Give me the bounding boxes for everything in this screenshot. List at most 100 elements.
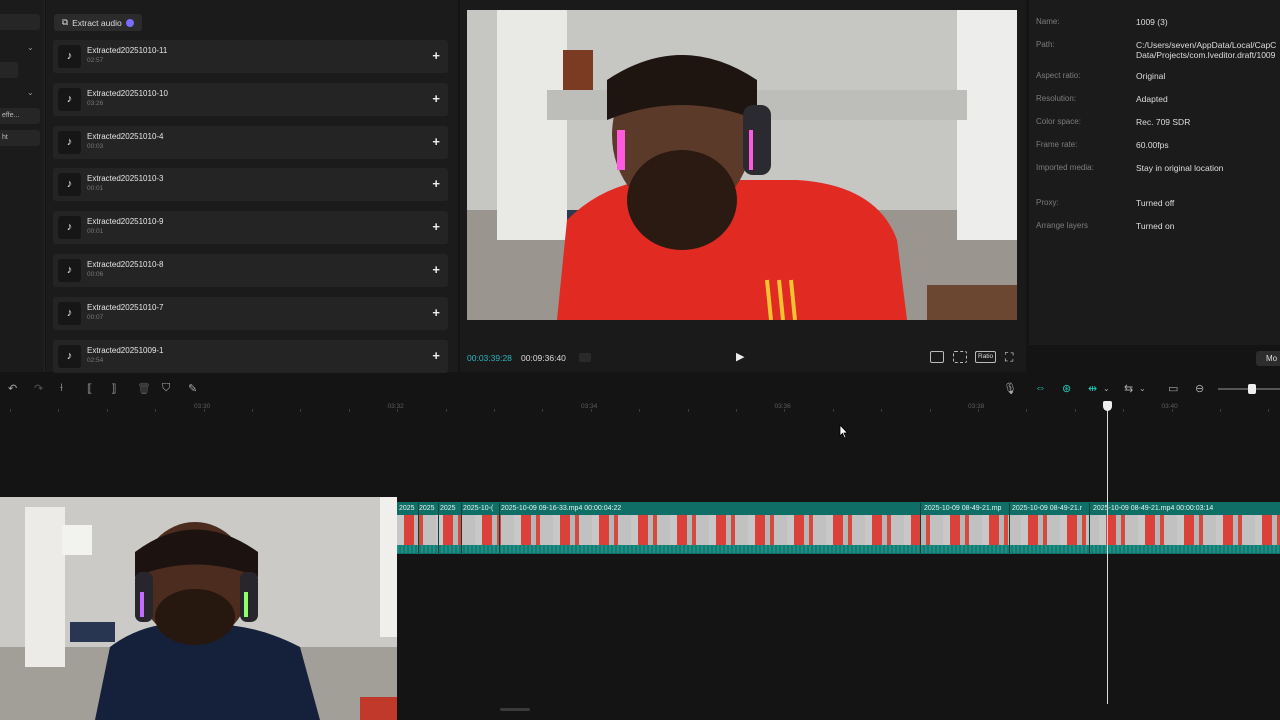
add-to-timeline-icon[interactable]: + <box>432 91 440 106</box>
zoom-slider-handle[interactable] <box>1248 384 1256 394</box>
magnet-icon[interactable]: ⊛ <box>1062 382 1071 395</box>
clip-boundary[interactable] <box>1089 503 1090 553</box>
microphone-icon[interactable]: 🎙 <box>1003 382 1017 395</box>
ruler-tick <box>348 409 350 412</box>
zoom-out-icon[interactable]: ⊖ <box>1195 382 1204 395</box>
audio-waveform <box>397 545 1280 553</box>
ruler-tick <box>639 409 641 412</box>
split-left-icon[interactable]: ⟦ <box>87 382 92 395</box>
media-item-duration: 00:01 <box>87 228 104 236</box>
detail-value: Rec. 709 SDR <box>1136 117 1191 127</box>
clip-boundary[interactable] <box>920 503 921 553</box>
media-item-name: Extracted20251010-7 <box>87 302 164 312</box>
webcam-frame <box>0 497 397 720</box>
add-to-timeline-icon[interactable]: + <box>432 49 440 63</box>
edit-icon[interactable]: ✎ <box>188 382 197 395</box>
media-item[interactable]: ♪ Extracted20251010-11 02:57 + <box>53 40 448 73</box>
delete-icon[interactable]: 🗑 <box>137 382 151 395</box>
modify-button[interactable]: Mo <box>1256 351 1280 366</box>
clip-boundary[interactable] <box>461 503 462 553</box>
media-item[interactable]: ♪ Extracted20251010-7 00:07 + <box>53 296 448 330</box>
media-item[interactable]: ♪ Extracted20251010-9 00:01 + <box>53 211 448 245</box>
add-to-timeline-icon[interactable]: + <box>432 263 440 277</box>
playhead[interactable] <box>1107 410 1108 704</box>
left-panel-item[interactable] <box>0 62 18 78</box>
detail-value: Data/Projects/com.lveditor.draft/1009 <box>1136 50 1276 60</box>
video-frame <box>467 10 1017 320</box>
clip-boundary[interactable] <box>438 503 439 553</box>
add-to-timeline-icon[interactable]: + <box>432 305 440 320</box>
clip-label: 2025 <box>440 505 456 512</box>
ruler-tick <box>784 409 786 412</box>
left-panel-item[interactable]: ht <box>0 130 40 146</box>
left-panel-item[interactable] <box>0 14 40 30</box>
fullscreen-icon[interactable]: ⛶ <box>1005 350 1013 365</box>
redo-icon[interactable]: ↷ <box>34 382 43 395</box>
extract-audio-label: Extract audio <box>72 17 122 28</box>
left-panel-item[interactable]: effe... <box>0 108 40 124</box>
timeline-ruler[interactable] <box>0 401 1280 415</box>
ruler-tick-label: 03:36 <box>774 403 791 410</box>
timecode-toggle-icon[interactable] <box>579 353 591 362</box>
crop-icon[interactable] <box>953 351 967 363</box>
media-item-duration: 00:03 <box>87 142 104 150</box>
ruler-tick <box>397 409 399 412</box>
ratio-button[interactable]: Ratio <box>975 351 997 363</box>
screen-icon[interactable]: ▭ <box>1168 382 1178 395</box>
detail-label: Aspect ratio: <box>1036 71 1081 80</box>
detail-value: C:/Users/seven/AppData/Local/CapC <box>1136 40 1277 50</box>
media-item-name: Extracted20251010-11 <box>87 46 168 55</box>
left-panel: ⌄ ⌄ effe... ht <box>0 0 45 372</box>
media-item-name: Extracted20251010-9 <box>87 217 164 227</box>
ruler-tick <box>155 409 157 412</box>
clip-label: 2025 <box>399 505 415 512</box>
detail-value: Turned on <box>1136 221 1175 231</box>
ruler-tick <box>1026 409 1028 412</box>
split-right-icon[interactable]: ⟧ <box>111 382 116 395</box>
ruler-tick <box>1171 409 1173 412</box>
detail-value: Stay in original location <box>1136 163 1224 173</box>
ruler-tick <box>590 409 592 412</box>
pro-badge-icon <box>125 18 134 27</box>
media-item-duration: 02:57 <box>87 57 104 64</box>
tiktok-icon: ♪ <box>58 301 81 325</box>
chevron-down-icon[interactable]: ⌄ <box>1103 384 1110 393</box>
left-panel-item-label: effe... <box>2 112 20 119</box>
clip-boundary[interactable] <box>499 503 500 553</box>
ruler-tick <box>736 409 737 412</box>
clip-boundary[interactable] <box>418 503 419 553</box>
undo-icon[interactable]: ↶ <box>8 382 17 395</box>
chevron-down-icon[interactable]: ⌄ <box>27 43 34 52</box>
horizontal-scrollbar[interactable] <box>500 708 530 711</box>
clip-label: 2025-10-09 09-16-33.mp4 00:00:04:22 <box>501 505 622 512</box>
add-to-timeline-icon[interactable]: + <box>432 177 440 191</box>
media-item[interactable]: ♪ Extracted20251010-10 03:26 + <box>53 82 448 116</box>
marker-icon[interactable]: ⛉ <box>162 382 170 395</box>
chevron-down-icon[interactable]: ⌄ <box>27 88 34 97</box>
media-item[interactable]: ♪ Extracted20251010-8 00:06 + <box>53 254 448 287</box>
media-item[interactable]: ♪ Extracted20251010-3 00:01 + <box>53 168 448 202</box>
preview-axis-icon[interactable]: ⇆ <box>1124 382 1133 395</box>
tiktok-icon: ♪ <box>58 130 81 154</box>
detail-value: 1009 (3) <box>1136 17 1168 27</box>
caption-icon[interactable] <box>930 351 944 363</box>
snap-icon[interactable]: ⇹ <box>1088 382 1097 395</box>
media-item[interactable]: ♪ Extracted20251009-1 02:54 + <box>53 339 448 373</box>
media-item[interactable]: ♪ Extracted20251010-4 00:03 + <box>53 125 448 159</box>
tiktok-icon: ♪ <box>58 173 81 197</box>
split-icon[interactable]: ⟊ <box>60 382 63 395</box>
add-to-timeline-icon[interactable]: + <box>432 134 440 149</box>
clip-label: 2025-10-09 08-49-21.r <box>1012 505 1083 512</box>
add-to-timeline-icon[interactable]: + <box>432 220 440 234</box>
detail-label: Name: <box>1036 17 1060 26</box>
clip-boundary[interactable] <box>1009 503 1010 553</box>
extract-audio-button[interactable]: ⧉ Extract audio <box>54 14 142 31</box>
add-to-timeline-icon[interactable]: + <box>432 348 440 363</box>
link-icon[interactable]: ⇔ <box>1035 382 1046 394</box>
chevron-down-icon[interactable]: ⌄ <box>1139 384 1146 393</box>
play-button[interactable]: ▶ <box>736 350 748 364</box>
playhead-handle[interactable] <box>1103 401 1112 411</box>
detail-label: Arrange layers <box>1036 221 1089 230</box>
video-preview[interactable] <box>467 10 1017 320</box>
left-panel-item-label: ht <box>2 134 8 141</box>
